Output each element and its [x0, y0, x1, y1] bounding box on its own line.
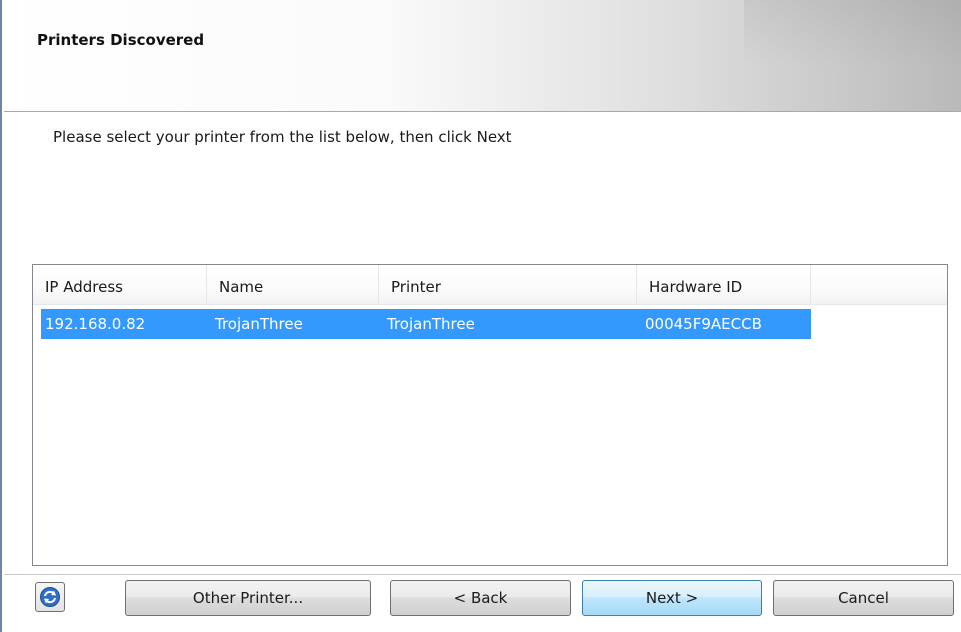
- refresh-button[interactable]: [35, 582, 65, 612]
- column-header-hardware-id[interactable]: Hardware ID: [637, 265, 811, 305]
- back-button[interactable]: < Back: [390, 580, 571, 616]
- dialog-header: Printers Discovered: [4, 0, 961, 112]
- page-title: Printers Discovered: [37, 31, 205, 49]
- next-button[interactable]: Next >: [582, 580, 762, 616]
- footer-divider: [4, 574, 961, 575]
- column-header-name[interactable]: Name: [207, 265, 379, 305]
- instructions-text: Please select your printer from the list…: [53, 128, 512, 146]
- printer-discovery-dialog: Printers Discovered Please select your p…: [0, 0, 961, 632]
- cell-ip-address: 192.168.0.82: [45, 315, 146, 333]
- printer-list[interactable]: IP Address Name Printer Hardware ID 192.…: [32, 264, 948, 566]
- refresh-icon: [40, 587, 60, 607]
- table-row[interactable]: 192.168.0.82 TrojanThree TrojanThree 000…: [41, 309, 811, 339]
- other-printer-button[interactable]: Other Printer...: [125, 580, 371, 616]
- cell-hardware-id: 00045F9AECCB: [645, 315, 762, 333]
- column-header-ip-address[interactable]: IP Address: [33, 265, 207, 305]
- column-header-printer[interactable]: Printer: [379, 265, 637, 305]
- cancel-button[interactable]: Cancel: [773, 580, 954, 616]
- cell-name: TrojanThree: [215, 315, 303, 333]
- cell-printer: TrojanThree: [387, 315, 475, 333]
- list-header: IP Address Name Printer Hardware ID: [33, 265, 947, 305]
